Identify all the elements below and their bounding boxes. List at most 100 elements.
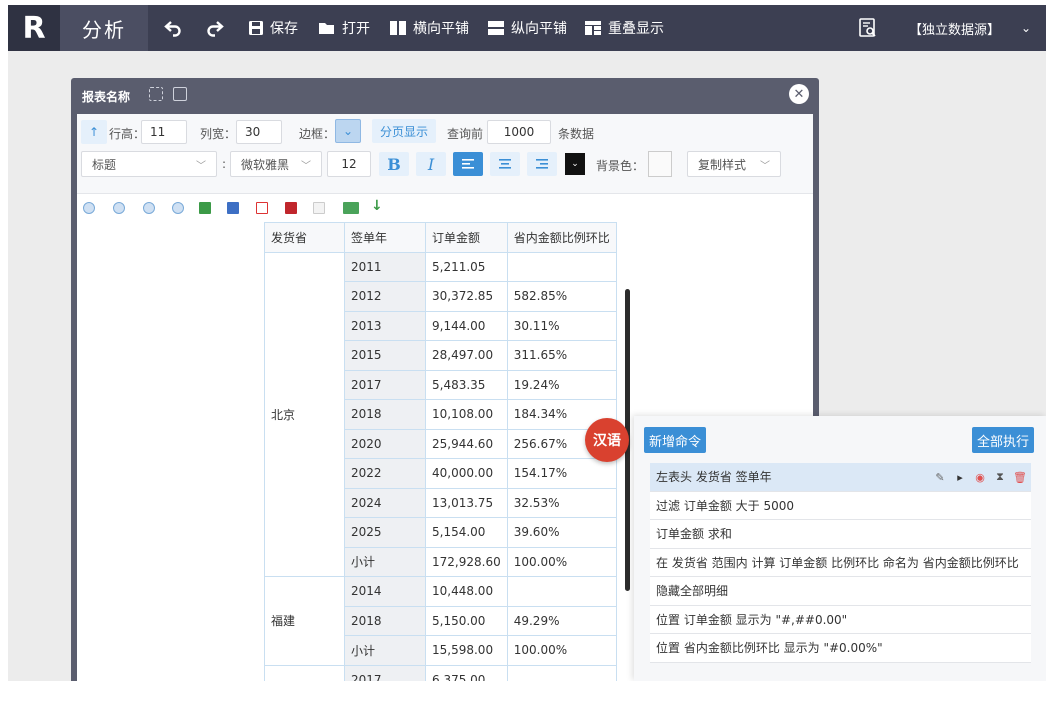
list-item[interactable]: 位置 省内金额比例环比 显示为 "#0.00%" xyxy=(650,634,1031,663)
amount-cell[interactable]: 28,497.00 xyxy=(425,340,508,371)
blank-page-icon[interactable] xyxy=(313,202,325,214)
add-command-button[interactable]: 新增命令 xyxy=(644,427,706,453)
style-select[interactable]: 标题 ﹀ xyxy=(81,151,217,177)
prev-page-icon[interactable] xyxy=(113,202,125,214)
close-button[interactable]: ✕ xyxy=(789,84,809,104)
amount-cell[interactable]: 6,375.00 xyxy=(425,664,508,681)
amount-cell[interactable]: 9,144.00 xyxy=(425,310,508,341)
ratio-cell[interactable]: 49.29% xyxy=(506,605,617,636)
word-icon[interactable] xyxy=(227,202,239,214)
language-badge[interactable]: 汉语 xyxy=(585,418,629,462)
row-height-input[interactable]: 11 xyxy=(141,120,187,144)
amount-cell[interactable]: 172,928.60 xyxy=(425,546,508,577)
ratio-cell[interactable] xyxy=(506,576,617,607)
year-cell[interactable]: 2012 xyxy=(344,281,426,312)
amount-cell[interactable]: 5,150.00 xyxy=(425,605,508,636)
font-select[interactable]: 微软雅黑 ﹀ xyxy=(230,151,322,177)
year-cell[interactable]: 2011 xyxy=(344,251,426,282)
header-amount[interactable]: 订单金额 xyxy=(425,222,508,253)
list-item[interactable]: 左表头 发货省 签单年 ✎ ▸ ◉ ⧗ 🗑 xyxy=(650,463,1031,492)
export-data-icon[interactable] xyxy=(343,202,359,214)
amount-cell[interactable]: 5,211.05 xyxy=(425,251,508,282)
subtotal-label-cell[interactable]: 小计 xyxy=(344,635,426,666)
hourglass-icon[interactable]: ⧗ xyxy=(993,470,1007,484)
ratio-cell[interactable]: 100.00% xyxy=(506,546,617,577)
trash-icon[interactable]: 🗑 xyxy=(1013,470,1027,484)
amount-cell[interactable]: 13,013.75 xyxy=(425,487,508,518)
year-cell[interactable]: 2024 xyxy=(344,487,426,518)
amount-cell[interactable]: 10,448.00 xyxy=(425,576,508,607)
col-width-input[interactable]: 30 xyxy=(236,120,282,144)
header-year[interactable]: 签单年 xyxy=(344,222,426,253)
year-cell[interactable]: 2015 xyxy=(344,340,426,371)
year-cell[interactable]: 2020 xyxy=(344,428,426,459)
ratio-cell[interactable]: 19.24% xyxy=(506,369,617,400)
pdf-icon[interactable] xyxy=(256,202,268,214)
font-color-picker[interactable]: ⌄ xyxy=(565,153,585,175)
chevron-down-icon[interactable]: ⌄ xyxy=(1021,21,1031,35)
list-item[interactable]: 位置 订单金额 显示为 "#,##0.00" xyxy=(650,605,1031,634)
tile-horizontal-button[interactable]: 横向平铺 xyxy=(389,5,469,51)
header-province[interactable]: 发货省 xyxy=(264,222,345,253)
year-cell[interactable]: 2014 xyxy=(344,576,426,607)
ratio-cell[interactable]: 311.65% xyxy=(506,340,617,371)
datasource-label[interactable]: 【独立数据源】 xyxy=(909,5,1000,51)
undo-button[interactable] xyxy=(164,5,182,51)
align-left-button[interactable] xyxy=(453,152,483,176)
download-arrow-icon[interactable]: ↓ xyxy=(371,198,383,214)
ratio-cell[interactable]: 582.85% xyxy=(506,281,617,312)
redo-button[interactable] xyxy=(206,5,224,51)
province-cell[interactable]: 北京 xyxy=(264,251,345,577)
save-button[interactable]: 保存 xyxy=(248,5,298,51)
ratio-cell[interactable]: 32.53% xyxy=(506,487,617,518)
list-item[interactable]: 订单金额 求和 xyxy=(650,520,1031,549)
list-item[interactable]: 隐藏全部明细 xyxy=(650,577,1031,606)
edit-icon[interactable]: ✎ xyxy=(933,470,947,484)
amount-cell[interactable]: 5,483.35 xyxy=(425,369,508,400)
overlap-button[interactable]: 重叠显示 xyxy=(584,5,664,51)
year-cell[interactable]: 2013 xyxy=(344,310,426,341)
open-button[interactable]: 打开 xyxy=(318,5,370,51)
query-count-input[interactable]: 1000 xyxy=(487,120,551,144)
italic-button[interactable]: I xyxy=(416,152,446,176)
amount-cell[interactable]: 40,000.00 xyxy=(425,458,508,489)
list-item[interactable]: 过滤 订单金额 大于 5000 xyxy=(650,491,1031,520)
tile-vertical-button[interactable]: 纵向平铺 xyxy=(487,5,567,51)
list-item[interactable]: 在 发货省 范围内 计算 订单金额 比例环比 命名为 省内金额比例环比 xyxy=(650,548,1031,577)
amount-cell[interactable]: 30,372.85 xyxy=(425,281,508,312)
align-center-button[interactable] xyxy=(490,152,520,176)
play-icon[interactable]: ▸ xyxy=(953,470,967,484)
font-size-input[interactable]: 12 xyxy=(327,151,371,177)
year-cell[interactable]: 2017 xyxy=(344,369,426,400)
amount-cell[interactable]: 15,598.00 xyxy=(425,635,508,666)
year-cell[interactable]: 2025 xyxy=(344,517,426,548)
last-page-icon[interactable] xyxy=(172,202,184,214)
province-cell[interactable]: 福建 xyxy=(264,576,345,666)
excel-icon[interactable] xyxy=(199,202,211,214)
ratio-cell[interactable]: 39.60% xyxy=(506,517,617,548)
ratio-cell[interactable] xyxy=(506,664,617,681)
amount-cell[interactable]: 25,944.60 xyxy=(425,428,508,459)
select-all-icon[interactable] xyxy=(149,87,163,101)
ratio-cell[interactable]: 100.00% xyxy=(506,635,617,666)
stop-icon[interactable]: ◉ xyxy=(973,470,987,484)
export-icon[interactable] xyxy=(173,87,187,101)
arrow-up-icon[interactable]: ↑ xyxy=(81,120,107,144)
print-icon[interactable] xyxy=(285,202,297,214)
query-preview-button[interactable] xyxy=(858,5,878,51)
border-picker[interactable]: ⌄ xyxy=(335,119,361,143)
year-cell[interactable]: 2018 xyxy=(344,605,426,636)
bg-color-picker[interactable] xyxy=(648,151,672,177)
ratio-cell[interactable]: 30.11% xyxy=(506,310,617,341)
next-page-icon[interactable] xyxy=(143,202,155,214)
bold-button[interactable]: B xyxy=(379,152,409,176)
ratio-cell[interactable] xyxy=(506,251,617,282)
province-cell[interactable] xyxy=(264,664,345,681)
first-page-icon[interactable] xyxy=(83,202,95,214)
year-cell[interactable]: 2022 xyxy=(344,458,426,489)
amount-cell[interactable]: 10,108.00 xyxy=(425,399,508,430)
amount-cell[interactable]: 5,154.00 xyxy=(425,517,508,548)
paging-toggle[interactable]: 分页显示 xyxy=(372,119,436,143)
ratio-cell[interactable]: 154.17% xyxy=(506,458,617,489)
align-right-button[interactable] xyxy=(527,152,557,176)
